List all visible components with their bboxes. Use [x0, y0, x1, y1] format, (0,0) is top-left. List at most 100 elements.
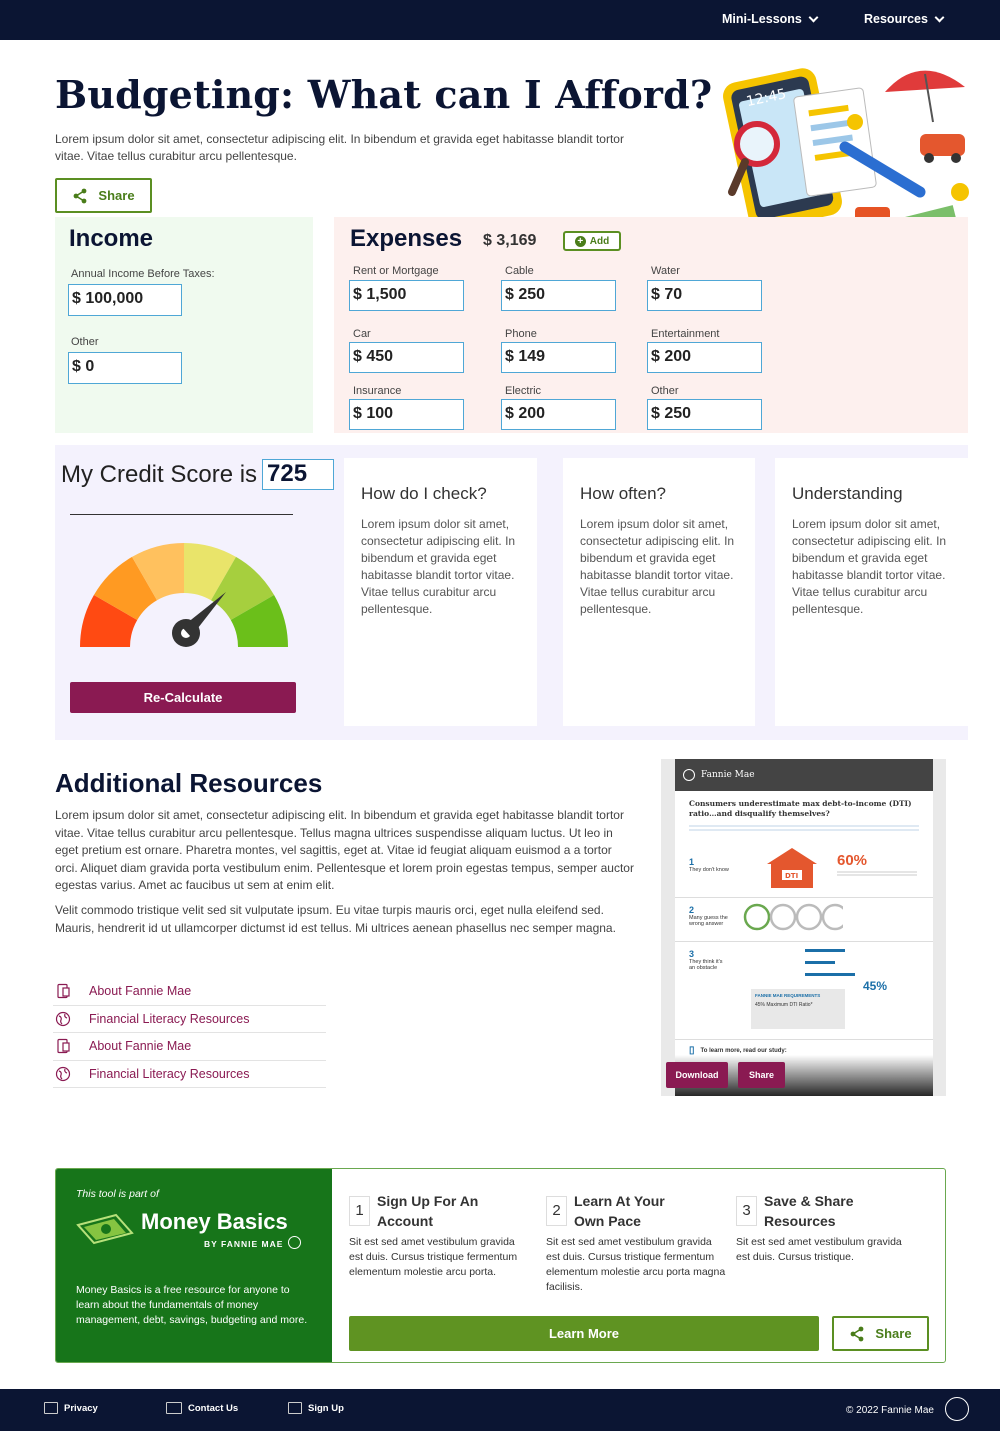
step-title: Sign Up For An Account [377, 1193, 479, 1229]
globe-icon [55, 1066, 71, 1081]
footer-privacy-link[interactable]: Privacy [44, 1402, 98, 1414]
chevron-down-icon [808, 12, 819, 22]
step-number: 3 [736, 1196, 757, 1226]
footer-link-label: Privacy [64, 1402, 98, 1414]
other-expense-label: Other [651, 385, 679, 397]
fannie-mae-logo-icon [683, 769, 695, 781]
credit-score-title: My Credit Score is [61, 461, 258, 488]
rent-field[interactable]: $ 1,500 [349, 280, 464, 311]
info-card-often: How often? Lorem ipsum dolor sit amet, c… [563, 458, 755, 726]
phone-label: Phone [505, 328, 537, 340]
info-card-body: Lorem ipsum dolor sit amet, consectetur … [361, 517, 516, 616]
step-number: 3 [689, 949, 695, 959]
electric-field[interactable]: $ 200 [501, 399, 616, 430]
money-basics-description: Money Basics is a free resource for anyo… [76, 1284, 308, 1326]
step-number: 2 [689, 905, 695, 915]
infographic-brand: Fannie Mae [701, 770, 755, 780]
step-body: Sit est sed amet vestibulum gravida est … [736, 1236, 902, 1263]
credit-score-section: My Credit Score is 725 Re-Calculate How … [55, 445, 968, 740]
infographic-item: They think it's an obstacle [689, 959, 723, 971]
svg-text:DTI: DTI [785, 872, 798, 880]
insurance-label: Insurance [353, 385, 402, 397]
resource-link-about[interactable]: About Fannie Mae [53, 1033, 326, 1061]
share-label: Share [98, 188, 135, 203]
globe-icon [55, 1011, 71, 1026]
infographic-header: Fannie Mae [675, 759, 933, 791]
document-icon [57, 1039, 70, 1054]
stat-45: 45% [863, 979, 888, 993]
step-number: 1 [349, 1196, 370, 1226]
top-nav: Mini-Lessons Resources [0, 0, 1000, 40]
cable-label: Cable [505, 265, 534, 277]
income-panel: Income Annual Income Before Taxes: $ 100… [55, 217, 313, 433]
nav-resources[interactable]: Resources [864, 12, 945, 26]
expenses-total: $ 3,169 [483, 232, 537, 249]
entertainment-field[interactable]: $ 200 [647, 342, 762, 373]
resource-link-literacy[interactable]: Financial Literacy Resources [53, 1061, 326, 1088]
insurance-field[interactable]: $ 100 [349, 399, 464, 430]
bar [805, 949, 845, 952]
page-title: Budgeting: What can I Afford? [55, 72, 713, 117]
share-label: Share [875, 1326, 912, 1341]
resource-link-label: About Fannie Mae [89, 1039, 192, 1054]
infographic-preview[interactable]: Consumers underestimate max debt-to-inco… [661, 759, 946, 1096]
other-expense-field[interactable]: $ 250 [647, 399, 762, 430]
info-card-title: Understanding [792, 484, 903, 503]
download-button[interactable]: Download [666, 1062, 728, 1088]
footer-signup-link[interactable]: Sign Up [288, 1402, 344, 1414]
share-button[interactable]: Share [832, 1316, 929, 1351]
pie-icons [743, 903, 843, 931]
electric-label: Electric [505, 385, 542, 397]
income-heading: Income [69, 225, 154, 252]
copyright: © 2022 Fannie Mae [846, 1405, 934, 1416]
requirements-title: FANNIE MAE REQUIREMENTS [755, 993, 821, 998]
money-basics-subtitle: BY FANNIE MAE [204, 1239, 284, 1249]
nav-mini-lessons[interactable]: Mini-Lessons [722, 12, 819, 26]
divider [675, 897, 933, 898]
money-basics-card: This tool is part of Money Basics BY FAN… [55, 1168, 946, 1363]
info-card-body: Lorem ipsum dolor sit amet, consectetur … [580, 517, 735, 616]
entertainment-label: Entertainment [651, 328, 720, 340]
infographic-headline: Consumers underestimate max debt-to-inco… [689, 799, 912, 818]
resource-link-about[interactable]: About Fannie Mae [53, 978, 326, 1006]
privacy-icon [44, 1402, 58, 1414]
annual-income-label: Annual Income Before Taxes: [71, 268, 215, 280]
resources-paragraph: Velit commodo tristique velit sed sit vu… [55, 903, 616, 935]
recalculate-button[interactable]: Re-Calculate [70, 682, 296, 713]
water-field[interactable]: $ 70 [647, 280, 762, 311]
learn-more-button[interactable]: Learn More [349, 1316, 819, 1351]
credit-score-field[interactable]: 725 [262, 459, 334, 490]
cable-field[interactable]: $ 250 [501, 280, 616, 311]
document-icon [57, 984, 70, 999]
page-intro: Lorem ipsum dolor sit amet, consectetur … [55, 132, 624, 163]
infographic-item: They don't know [689, 867, 729, 873]
footer-contact-link[interactable]: Contact Us [166, 1402, 238, 1414]
info-card-body: Lorem ipsum dolor sit amet, consectetur … [792, 517, 947, 616]
chevron-down-icon [934, 12, 945, 22]
footer-link-label: Contact Us [188, 1402, 239, 1414]
stat-caption [837, 871, 917, 877]
rent-label: Rent or Mortgage [353, 265, 439, 277]
other-income-field[interactable]: $ 0 [68, 352, 182, 384]
add-expense-button[interactable]: + Add [563, 231, 621, 251]
annual-income-field[interactable]: $ 100,000 [68, 284, 182, 316]
step-title: Save & Share Resources [764, 1193, 854, 1229]
share-button[interactable]: Share [55, 178, 152, 213]
step-number: 1 [689, 857, 695, 867]
resource-link-literacy[interactable]: Financial Literacy Resources [53, 1006, 326, 1033]
credit-gauge [80, 543, 288, 647]
bar [805, 973, 855, 976]
resource-link-label: Financial Literacy Resources [89, 1066, 250, 1081]
car-field[interactable]: $ 450 [349, 342, 464, 373]
share-icon [74, 188, 87, 203]
phone-field[interactable]: $ 149 [501, 342, 616, 373]
info-card-title: How often? [580, 484, 666, 503]
message-icon [166, 1402, 182, 1414]
infographic-fine-print [689, 825, 919, 833]
nav-mini-lessons-label: Mini-Lessons [722, 12, 802, 26]
infographic-share-button[interactable]: Share [738, 1062, 785, 1088]
money-basics-promo: This tool is part of Money Basics BY FAN… [56, 1169, 332, 1362]
add-label: Add [589, 235, 610, 247]
resources-paragraph: Lorem ipsum dolor sit amet, consectetur … [55, 808, 634, 892]
fannie-mae-logo-icon[interactable] [945, 1397, 969, 1421]
